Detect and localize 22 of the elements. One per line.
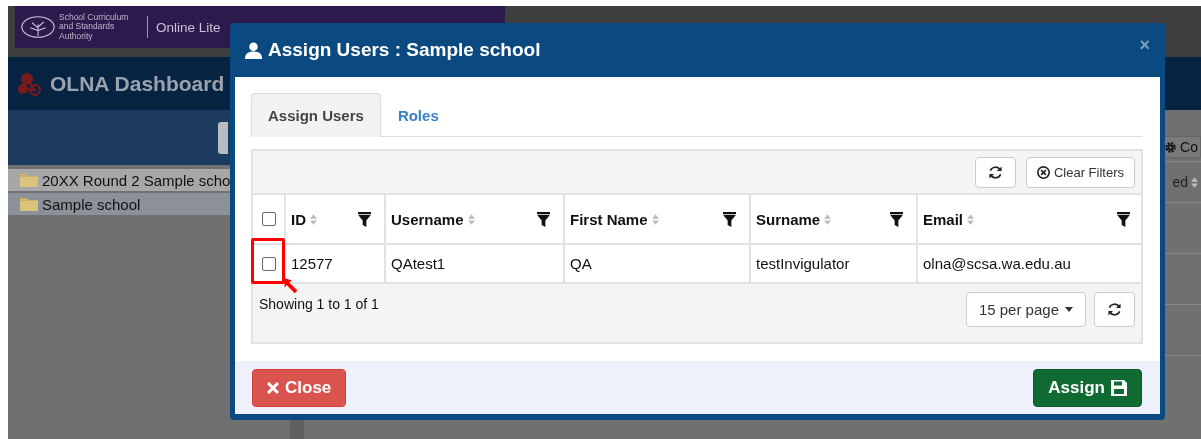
pagination-summary: Showing 1 to 1 of 1 [259,296,379,312]
table-cell-text: olna@scsa.wa.edu.au [922,254,1072,274]
organization-name: School Curriculum and Standards Authority [59,12,130,42]
table-cell: testInvigulator [751,245,918,282]
column-header[interactable]: First Name [565,195,751,243]
tab[interactable]: Roles [380,93,456,137]
dashboard-title: OLNA Dashboard [50,71,225,96]
column-header[interactable]: Surname [751,195,918,243]
tab[interactable]: Assign Users [251,93,381,137]
page-size-dropdown[interactable]: 15 per page [965,292,1086,327]
column-header: ed [1172,174,1201,190]
table-cell: QA [565,245,751,282]
table-cell: 12577 [286,245,386,282]
table-cell: QAtest1 [386,245,565,282]
app-title: Online Lite [156,19,221,35]
close-button[interactable]: Close [252,368,347,407]
column-header[interactable]: Email [918,195,1143,243]
column-header[interactable]: Username [386,195,565,243]
assign-button[interactable]: Assign [1033,368,1142,407]
column-header[interactable]: ID [286,195,386,243]
clear-filters-button[interactable]: Clear Filters [1025,156,1135,188]
dialog-title: Assign Users : Sample school [268,39,542,61]
